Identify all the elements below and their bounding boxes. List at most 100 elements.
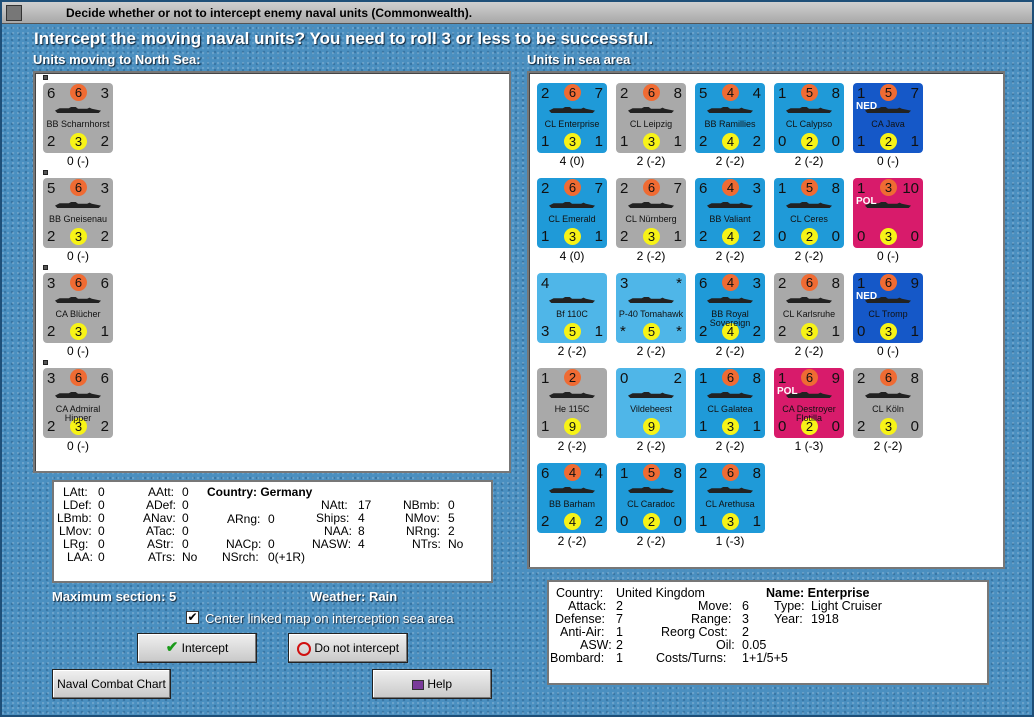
unit-strength-circle: 3 — [70, 133, 87, 150]
ship-silhouette-icon — [707, 487, 753, 493]
info-bombard-value: 1 — [616, 651, 623, 665]
unit-counter[interactable]: 2 7 2 1 6 3 CL Nürnberg — [616, 178, 686, 248]
unit-counter[interactable]: 1 9 0 0 6 2 POL CA Destroyer Flotilla — [774, 368, 844, 438]
info-oil-value: 0.05 — [742, 638, 767, 652]
unit-counter[interactable]: 6 3 2 2 6 3 BB Scharnhorst — [43, 83, 113, 153]
unit-defense: 0 — [620, 513, 629, 530]
unit-defense: 0 — [778, 228, 787, 245]
help-button[interactable]: Help — [372, 669, 492, 699]
natt-label: NAtt: — [321, 498, 348, 512]
unit-counter[interactable]: 6 3 2 2 4 4 BB Royal Sovereign — [695, 273, 765, 343]
unit-counter[interactable]: 2 8 2 0 6 3 CL Köln — [853, 368, 923, 438]
unit-attack: 5 — [47, 180, 56, 197]
unit-moves: 2 — [100, 228, 109, 245]
unit-counter[interactable]: 1 8 1 1 6 3 CL Galatea — [695, 368, 765, 438]
unit-caption: 0 (-) — [67, 439, 89, 453]
astr-value: 0 — [182, 537, 189, 551]
unit-counter[interactable]: 1 8 0 0 5 2 CL Calypso — [774, 83, 844, 153]
title-bar[interactable]: Decide whether or not to intercept enemy… — [2, 2, 1032, 24]
unit-defense: 2 — [47, 323, 56, 340]
unit-counter[interactable]: 2 8 2 1 6 3 CL Karlsruhe — [774, 273, 844, 343]
lbmb-label: LBmb: — [57, 511, 92, 525]
unit-counter[interactable]: 3 6 2 2 6 3 CA Admiral Hipper — [43, 368, 113, 438]
latt-label: LAtt: — [63, 485, 88, 499]
info-year-value: 1918 — [811, 612, 839, 626]
unit-name: BB Scharnhorst — [46, 119, 110, 129]
unit-caption: 2 (-2) — [636, 439, 666, 453]
laa-label: LAA: — [67, 550, 94, 564]
unit-counter[interactable]: 5 3 2 2 6 3 BB Gneisenau — [43, 178, 113, 248]
unit-counter[interactable]: 6 3 2 2 4 4 BB Valiant — [695, 178, 765, 248]
unit-counter[interactable]: 1 1 2 9 He 115C — [537, 368, 607, 438]
unit-counter[interactable]: 5 4 2 2 4 4 BB Ramillies — [695, 83, 765, 153]
unit-range: 7 — [673, 180, 682, 197]
unit-moves: * — [676, 323, 682, 340]
ship-silhouette-icon — [628, 487, 674, 493]
intercept-button[interactable]: ✔ Intercept — [137, 633, 257, 663]
ship-silhouette-icon — [628, 202, 674, 208]
unit-defense: 1 — [541, 228, 550, 245]
unit-attack: 2 — [541, 85, 550, 102]
unit-attack: 1 — [778, 180, 787, 197]
unit-counter[interactable]: 1 9 0 1 6 3 NED CL Tromp — [853, 273, 923, 343]
unit-attack: 1 — [778, 85, 787, 102]
unit-counter[interactable]: 1 7 1 1 5 2 NED CA Java — [853, 83, 923, 153]
unit-defense: 1 — [699, 418, 708, 435]
center-map-label[interactable]: Center linked map on interception sea ar… — [205, 611, 454, 626]
unit-caption: 2 (-2) — [636, 344, 666, 358]
nacp-label: NACp: — [226, 537, 262, 551]
unit-counter[interactable]: 2 8 1 1 6 3 CL Arethusa — [695, 463, 765, 533]
nbmb-value: 0 — [448, 498, 455, 512]
unit-movement-circle: 4 — [722, 179, 739, 196]
ship-silhouette-icon — [549, 297, 595, 303]
unit-nationality: NED — [856, 291, 878, 302]
unit-caption: 0 (-) — [67, 249, 89, 263]
unit-counter[interactable]: 1 8 0 0 5 2 CL Caradoc — [616, 463, 686, 533]
unit-counter[interactable]: 3 6 2 1 6 3 CA Blücher — [43, 273, 113, 343]
unit-name: CA Blücher — [55, 309, 101, 319]
unit-movement-circle: 6 — [801, 369, 818, 386]
help-label: Help — [427, 677, 453, 691]
sea-units-label: Units in sea area — [527, 52, 631, 67]
unit-movement-circle: 6 — [70, 274, 87, 291]
unit-counter[interactable]: 6 4 2 2 4 4 BB Barham — [537, 463, 607, 533]
center-map-checkbox[interactable]: ✔ — [186, 611, 199, 624]
unit-strength-circle: 4 — [722, 133, 739, 150]
nmov-value: 5 — [448, 511, 455, 525]
unit-counter[interactable]: 2 8 1 1 6 3 CL Leipzig — [616, 83, 686, 153]
unit-range: 9 — [910, 275, 919, 292]
unit-name: CL Arethusa — [705, 499, 755, 509]
maximum-section: Maximum section: 5 — [52, 589, 177, 604]
unit-counter[interactable]: 0 2 9 Vildebeest — [616, 368, 686, 438]
unit-range: 8 — [673, 465, 682, 482]
ships-value: 4 — [358, 511, 365, 525]
unit-caption: 2 (-2) — [636, 534, 666, 548]
unit-counter[interactable]: 3 * * * 5 P-40 Tomahawk — [616, 273, 686, 343]
unit-name: P-40 Tomahawk — [618, 309, 684, 319]
unit-status-marker — [43, 75, 48, 80]
unit-strength-circle: 3 — [880, 228, 897, 245]
unit-counter[interactable]: 4 3 1 5 Bf 110C — [537, 273, 607, 343]
unit-name: CL Emerald — [548, 214, 596, 224]
do-not-intercept-label: Do not intercept — [314, 641, 400, 655]
unit-name: CA Java — [871, 119, 905, 129]
naval-combat-chart-button[interactable]: Naval Combat Chart — [52, 669, 171, 699]
unit-moves: 2 — [752, 228, 761, 245]
unit-counter[interactable]: 2 7 1 1 6 3 CL Emerald — [537, 178, 607, 248]
unit-moves: 2 — [752, 133, 761, 150]
unit-defense: 1 — [620, 133, 629, 150]
unit-attack: 2 — [620, 85, 629, 102]
do-not-intercept-button[interactable]: Do not intercept — [288, 633, 408, 663]
unit-caption: 2 (-2) — [636, 249, 666, 263]
nasw-value: 4 — [358, 537, 365, 551]
ship-silhouette-icon — [786, 202, 832, 208]
unit-counter[interactable]: 1 8 0 0 5 2 CL Ceres — [774, 178, 844, 248]
unit-name: CL Caradoc — [627, 499, 675, 509]
unit-defense: 2 — [47, 228, 56, 245]
info-type-label: Type: — [774, 599, 805, 613]
info-range-label: Range: — [691, 612, 732, 626]
unit-counter[interactable]: 1 10 0 0 3 3 POL — [853, 178, 923, 248]
arng-label: ARng: — [227, 512, 261, 526]
unit-counter[interactable]: 2 7 1 1 6 3 CL Enterprise — [537, 83, 607, 153]
info-year-label: Year: — [774, 612, 803, 626]
